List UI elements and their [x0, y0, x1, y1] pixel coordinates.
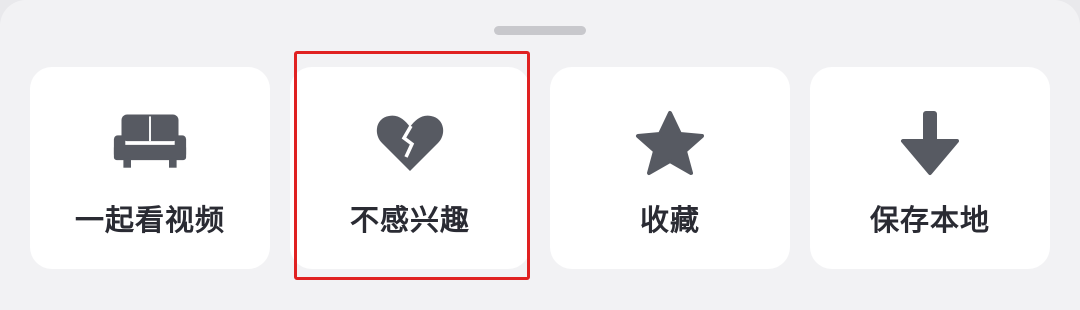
drag-handle[interactable] — [494, 26, 586, 35]
sofa-icon — [112, 105, 188, 181]
action-sheet: 一起看视频 不感兴趣 收藏 保存本地 — [0, 0, 1080, 310]
broken-heart-icon — [372, 105, 448, 181]
not-interested-button[interactable]: 不感兴趣 — [290, 67, 530, 269]
save-locally-label: 保存本地 — [869, 203, 990, 237]
save-locally-button[interactable]: 保存本地 — [810, 67, 1050, 269]
not-interested-label: 不感兴趣 — [349, 203, 470, 237]
star-icon — [632, 105, 708, 181]
watch-together-label: 一起看视频 — [74, 203, 225, 237]
favorite-label: 收藏 — [639, 203, 700, 237]
favorite-button[interactable]: 收藏 — [550, 67, 790, 269]
download-arrow-icon — [892, 105, 968, 181]
watch-together-button[interactable]: 一起看视频 — [30, 67, 270, 269]
